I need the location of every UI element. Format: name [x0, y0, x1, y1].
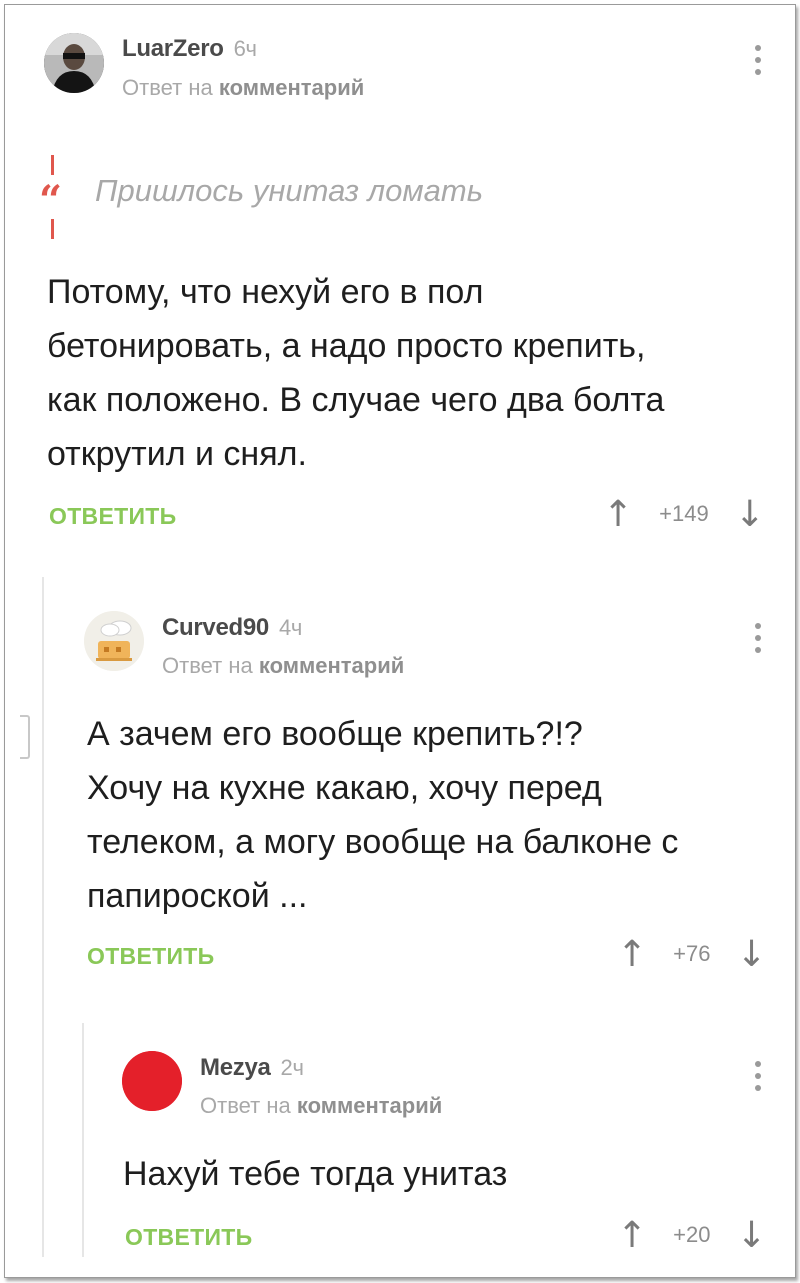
reply-to-info: Ответ на комментарий [162, 653, 404, 679]
comments-screenshot: LuarZero 6ч Ответ на комментарий “ Пришло… [4, 4, 796, 1278]
avatar-curved90[interactable] [84, 611, 144, 671]
comment-text: А зачем его вообще крепить?!? Хочу на ку… [87, 707, 678, 923]
user-photo-icon [44, 33, 104, 93]
comment-text: Нахуй тебе тогда унитаз [123, 1147, 507, 1201]
avatar-mezya[interactable] [122, 1051, 182, 1111]
comment-line: телеком, а могу вообще на балконе с [87, 823, 679, 861]
reply-target-link[interactable]: комментарий [219, 75, 364, 100]
quoted-text: Пришлось унитаз ломать [95, 173, 484, 208]
vote-controls: ↑ +149 ↓ [603, 494, 765, 535]
vote-controls: ↑ +20 ↓ [617, 1215, 767, 1256]
reply-button[interactable]: ОТВЕТИТЬ [87, 943, 214, 970]
upvote-icon[interactable]: ↑ [617, 934, 647, 975]
author-name[interactable]: LuarZero [122, 35, 224, 62]
avatar-luarzero[interactable] [44, 33, 104, 93]
thread-line [82, 1023, 84, 1257]
vote-score: +20 [673, 1222, 711, 1247]
comment-time: 6ч [233, 36, 257, 61]
quote-bar-bottom [51, 219, 54, 239]
upvote-icon[interactable]: ↑ [617, 1215, 647, 1256]
comment-time: 4ч [278, 615, 303, 640]
comment-line: папироской ... [87, 877, 308, 915]
comment-author[interactable]: Curved90 4ч [162, 614, 302, 642]
more-options-icon[interactable] [753, 45, 763, 81]
reply-prefix: Ответ на [162, 653, 253, 678]
comment-line: Нахуй тебе тогда унитаз [123, 1155, 508, 1193]
upvote-icon[interactable]: ↑ [603, 494, 633, 535]
reply-prefix: Ответ на [122, 75, 213, 100]
comment-author[interactable]: Mezya 2ч [200, 1054, 304, 1082]
author-name[interactable]: Mezya [200, 1054, 271, 1081]
comment-line: А зачем его вообще крепить?!? [87, 715, 583, 753]
reply-to-info: Ответ на комментарий [200, 1093, 442, 1119]
more-options-icon[interactable] [753, 623, 763, 659]
comment-text: Потому, что нехуй его в пол бетонировать… [47, 265, 664, 481]
quote-bar-top [51, 155, 54, 175]
vote-controls: ↑ +76 ↓ [617, 934, 767, 975]
reply-target-link[interactable]: комментарий [259, 653, 404, 678]
vote-score: +149 [659, 501, 709, 526]
reply-button[interactable]: ОТВЕТИТЬ [125, 1224, 252, 1251]
reply-prefix: Ответ на [200, 1093, 291, 1118]
collapse-thread-handle[interactable] [20, 715, 30, 759]
comment-time: 2ч [280, 1055, 304, 1080]
comment-line: бетонировать, а надо просто крепить, [47, 327, 646, 365]
downvote-icon[interactable]: ↓ [735, 494, 765, 535]
comment-line: Потому, что нехуй его в пол [47, 273, 484, 311]
reply-to-info: Ответ на комментарий [122, 75, 364, 101]
quote-mark-icon: “ [39, 177, 63, 224]
downvote-icon[interactable]: ↓ [737, 1215, 767, 1256]
more-options-icon[interactable] [753, 1061, 763, 1097]
comment-line: Хочу на кухне какаю, хочу перед [87, 769, 602, 807]
reply-button[interactable]: ОТВЕТИТЬ [49, 503, 176, 530]
vote-score: +76 [673, 941, 711, 966]
comment-line: как положено. В случае чего два болта [47, 381, 665, 419]
comment-author[interactable]: LuarZero 6ч [122, 35, 257, 63]
thread-line [42, 577, 44, 1257]
reply-target-link[interactable]: комментарий [297, 1093, 442, 1118]
red-circle-icon [122, 1051, 182, 1111]
comment-line: открутил и снял. [47, 435, 307, 473]
author-name[interactable]: Curved90 [162, 614, 269, 641]
downvote-icon[interactable]: ↓ [737, 934, 767, 975]
chef-hat-icon [84, 611, 144, 671]
